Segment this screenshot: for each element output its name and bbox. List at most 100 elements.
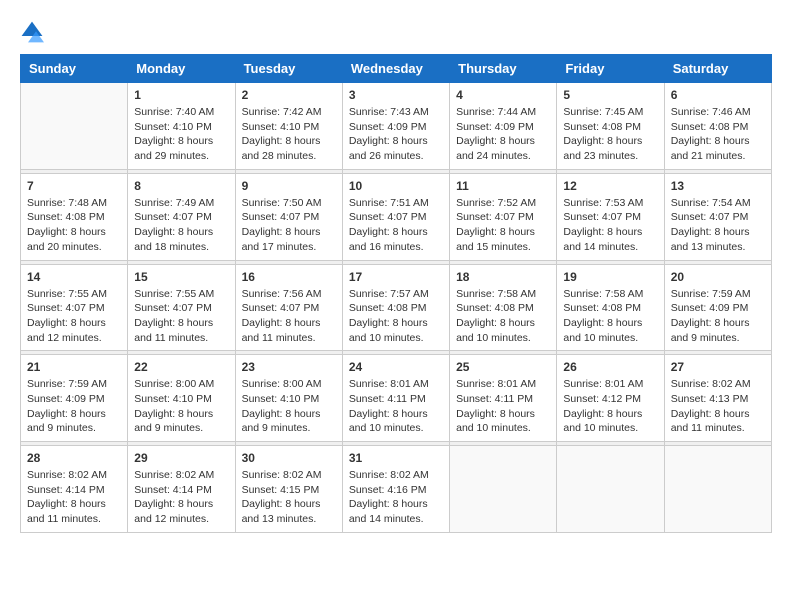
- calendar-cell: [21, 83, 128, 170]
- day-number: 16: [242, 270, 336, 284]
- calendar-cell: 14 Sunrise: 7:55 AM Sunset: 4:07 PM Dayli…: [21, 264, 128, 351]
- week-row-2: 7 Sunrise: 7:48 AM Sunset: 4:08 PM Daylig…: [21, 173, 772, 260]
- week-row-1: 1Sunrise: 7:40 AM Sunset: 4:10 PM Daylig…: [21, 83, 772, 170]
- day-info: Sunrise: 7:56 AM Sunset: 4:07 PM Dayligh…: [242, 287, 336, 346]
- day-number: 31: [349, 451, 443, 465]
- day-number: 8: [134, 179, 228, 193]
- calendar: SundayMondayTuesdayWednesdayThursdayFrid…: [20, 54, 772, 533]
- calendar-cell: 27Sunrise: 8:02 AM Sunset: 4:13 PM Dayli…: [664, 355, 771, 442]
- calendar-cell: 17 Sunrise: 7:57 AM Sunset: 4:08 PM Dayli…: [342, 264, 449, 351]
- calendar-cell: 15Sunrise: 7:55 AM Sunset: 4:07 PM Dayli…: [128, 264, 235, 351]
- day-number: 7: [27, 179, 121, 193]
- header-monday: Monday: [128, 55, 235, 83]
- day-number: 17: [349, 270, 443, 284]
- day-info: Sunrise: 8:00 AM Sunset: 4:10 PM Dayligh…: [134, 377, 228, 436]
- calendar-cell: 21 Sunrise: 7:59 AM Sunset: 4:09 PM Dayli…: [21, 355, 128, 442]
- calendar-cell: 24Sunrise: 8:01 AM Sunset: 4:11 PM Dayli…: [342, 355, 449, 442]
- day-info: Sunrise: 7:43 AM Sunset: 4:09 PM Dayligh…: [349, 105, 443, 164]
- day-info: Sunrise: 7:57 AM Sunset: 4:08 PM Dayligh…: [349, 287, 443, 346]
- day-info: Sunrise: 7:55 AM Sunset: 4:07 PM Dayligh…: [134, 287, 228, 346]
- day-number: 21: [27, 360, 121, 374]
- day-info: Sunrise: 7:58 AM Sunset: 4:08 PM Dayligh…: [563, 287, 657, 346]
- day-info: Sunrise: 8:01 AM Sunset: 4:11 PM Dayligh…: [456, 377, 550, 436]
- day-number: 13: [671, 179, 765, 193]
- day-info: Sunrise: 7:55 AM Sunset: 4:07 PM Dayligh…: [27, 287, 121, 346]
- logo: [20, 20, 48, 44]
- calendar-cell: 22 Sunrise: 8:00 AM Sunset: 4:10 PM Dayli…: [128, 355, 235, 442]
- header-wednesday: Wednesday: [342, 55, 449, 83]
- day-info: Sunrise: 8:01 AM Sunset: 4:12 PM Dayligh…: [563, 377, 657, 436]
- calendar-cell: 1Sunrise: 7:40 AM Sunset: 4:10 PM Daylig…: [128, 83, 235, 170]
- page-header: [20, 20, 772, 44]
- header-saturday: Saturday: [664, 55, 771, 83]
- day-info: Sunrise: 7:50 AM Sunset: 4:07 PM Dayligh…: [242, 196, 336, 255]
- day-info: Sunrise: 7:51 AM Sunset: 4:07 PM Dayligh…: [349, 196, 443, 255]
- calendar-cell: 10 Sunrise: 7:51 AM Sunset: 4:07 PM Dayli…: [342, 173, 449, 260]
- day-info: Sunrise: 7:45 AM Sunset: 4:08 PM Dayligh…: [563, 105, 657, 164]
- calendar-cell: 18 Sunrise: 7:58 AM Sunset: 4:08 PM Dayli…: [450, 264, 557, 351]
- header-sunday: Sunday: [21, 55, 128, 83]
- day-info: Sunrise: 7:53 AM Sunset: 4:07 PM Dayligh…: [563, 196, 657, 255]
- day-number: 3: [349, 88, 443, 102]
- day-info: Sunrise: 7:59 AM Sunset: 4:09 PM Dayligh…: [27, 377, 121, 436]
- day-number: 25: [456, 360, 550, 374]
- day-info: Sunrise: 7:46 AM Sunset: 4:08 PM Dayligh…: [671, 105, 765, 164]
- calendar-cell: 26 Sunrise: 8:01 AM Sunset: 4:12 PM Dayli…: [557, 355, 664, 442]
- calendar-cell: 25 Sunrise: 8:01 AM Sunset: 4:11 PM Dayli…: [450, 355, 557, 442]
- day-info: Sunrise: 8:02 AM Sunset: 4:16 PM Dayligh…: [349, 468, 443, 527]
- calendar-cell: 16 Sunrise: 7:56 AM Sunset: 4:07 PM Dayli…: [235, 264, 342, 351]
- day-number: 29: [134, 451, 228, 465]
- calendar-cell: 11 Sunrise: 7:52 AM Sunset: 4:07 PM Dayli…: [450, 173, 557, 260]
- calendar-cell: 3 Sunrise: 7:43 AM Sunset: 4:09 PM Daylig…: [342, 83, 449, 170]
- day-info: Sunrise: 7:58 AM Sunset: 4:08 PM Dayligh…: [456, 287, 550, 346]
- day-number: 1: [134, 88, 228, 102]
- calendar-cell: [664, 446, 771, 533]
- day-info: Sunrise: 7:48 AM Sunset: 4:08 PM Dayligh…: [27, 196, 121, 255]
- day-info: Sunrise: 7:49 AM Sunset: 4:07 PM Dayligh…: [134, 196, 228, 255]
- day-number: 14: [27, 270, 121, 284]
- day-number: 11: [456, 179, 550, 193]
- calendar-cell: 23Sunrise: 8:00 AM Sunset: 4:10 PM Dayli…: [235, 355, 342, 442]
- day-info: Sunrise: 7:52 AM Sunset: 4:07 PM Dayligh…: [456, 196, 550, 255]
- calendar-cell: 20 Sunrise: 7:59 AM Sunset: 4:09 PM Dayli…: [664, 264, 771, 351]
- day-number: 30: [242, 451, 336, 465]
- day-number: 18: [456, 270, 550, 284]
- day-number: 23: [242, 360, 336, 374]
- day-info: Sunrise: 8:02 AM Sunset: 4:13 PM Dayligh…: [671, 377, 765, 436]
- calendar-cell: 9 Sunrise: 7:50 AM Sunset: 4:07 PM Daylig…: [235, 173, 342, 260]
- header-thursday: Thursday: [450, 55, 557, 83]
- day-number: 9: [242, 179, 336, 193]
- day-number: 26: [563, 360, 657, 374]
- calendar-cell: [557, 446, 664, 533]
- calendar-cell: 19 Sunrise: 7:58 AM Sunset: 4:08 PM Dayli…: [557, 264, 664, 351]
- calendar-cell: 7 Sunrise: 7:48 AM Sunset: 4:08 PM Daylig…: [21, 173, 128, 260]
- calendar-cell: 30 Sunrise: 8:02 AM Sunset: 4:15 PM Dayli…: [235, 446, 342, 533]
- day-number: 12: [563, 179, 657, 193]
- day-info: Sunrise: 7:54 AM Sunset: 4:07 PM Dayligh…: [671, 196, 765, 255]
- day-info: Sunrise: 8:02 AM Sunset: 4:15 PM Dayligh…: [242, 468, 336, 527]
- calendar-cell: 12 Sunrise: 7:53 AM Sunset: 4:07 PM Dayli…: [557, 173, 664, 260]
- day-number: 10: [349, 179, 443, 193]
- logo-icon: [20, 20, 44, 44]
- calendar-cell: [450, 446, 557, 533]
- calendar-cell: 29Sunrise: 8:02 AM Sunset: 4:14 PM Dayli…: [128, 446, 235, 533]
- header-row: SundayMondayTuesdayWednesdayThursdayFrid…: [21, 55, 772, 83]
- day-number: 19: [563, 270, 657, 284]
- calendar-cell: 5 Sunrise: 7:45 AM Sunset: 4:08 PM Daylig…: [557, 83, 664, 170]
- day-info: Sunrise: 7:44 AM Sunset: 4:09 PM Dayligh…: [456, 105, 550, 164]
- calendar-cell: 28Sunrise: 8:02 AM Sunset: 4:14 PM Dayli…: [21, 446, 128, 533]
- day-number: 5: [563, 88, 657, 102]
- day-number: 4: [456, 88, 550, 102]
- week-row-3: 14 Sunrise: 7:55 AM Sunset: 4:07 PM Dayli…: [21, 264, 772, 351]
- day-info: Sunrise: 8:02 AM Sunset: 4:14 PM Dayligh…: [27, 468, 121, 527]
- week-row-5: 28Sunrise: 8:02 AM Sunset: 4:14 PM Dayli…: [21, 446, 772, 533]
- day-info: Sunrise: 7:59 AM Sunset: 4:09 PM Dayligh…: [671, 287, 765, 346]
- day-number: 2: [242, 88, 336, 102]
- day-number: 22: [134, 360, 228, 374]
- calendar-cell: 2 Sunrise: 7:42 AM Sunset: 4:10 PM Daylig…: [235, 83, 342, 170]
- calendar-cell: 6 Sunrise: 7:46 AM Sunset: 4:08 PM Daylig…: [664, 83, 771, 170]
- day-info: Sunrise: 7:42 AM Sunset: 4:10 PM Dayligh…: [242, 105, 336, 164]
- day-number: 6: [671, 88, 765, 102]
- calendar-cell: 8 Sunrise: 7:49 AM Sunset: 4:07 PM Daylig…: [128, 173, 235, 260]
- day-number: 20: [671, 270, 765, 284]
